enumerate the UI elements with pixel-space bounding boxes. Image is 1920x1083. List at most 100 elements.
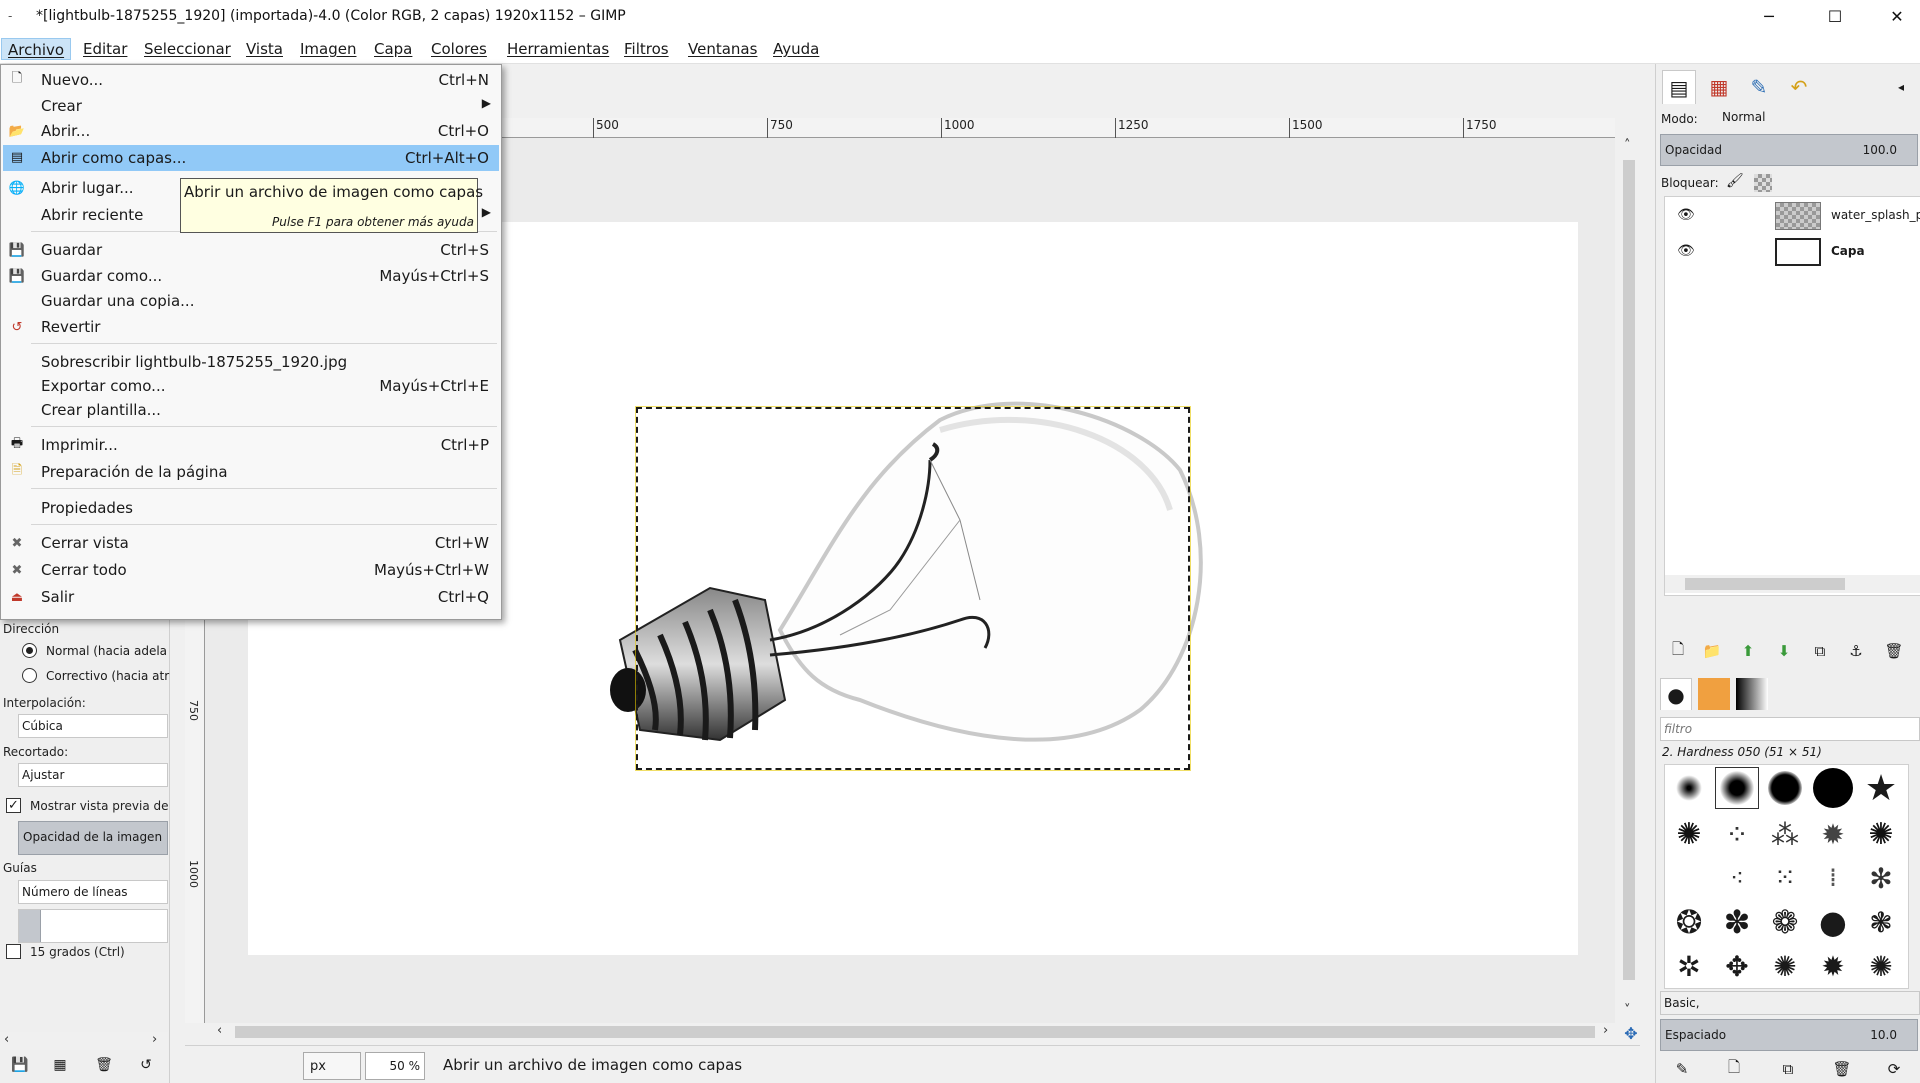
delete-layer-button[interactable]: 🗑 bbox=[1882, 639, 1906, 663]
brush-grid[interactable]: ★ ✺ ⁘ ⁂ ✹ ✺ ⁖ ⁙ ⁞ ✻ ❂ ✽ ❁ ● ❃ ✲ ✥ ✺ ✹ ✺ bbox=[1664, 764, 1909, 989]
brush-item[interactable]: ✺ bbox=[1667, 813, 1711, 855]
brush-item[interactable]: ✺ bbox=[1859, 813, 1903, 855]
layer-row[interactable]: 👁 water_splash_png bbox=[1665, 199, 1920, 233]
restore-options-button[interactable]: ▦ bbox=[50, 1055, 70, 1075]
image-opacity-slider[interactable]: Opacidad de la imagen bbox=[18, 821, 168, 855]
brush-item[interactable]: ✺ bbox=[1859, 945, 1903, 987]
maximize-button[interactable]: ☐ bbox=[1812, 0, 1858, 32]
brush-filter-input[interactable]: filtro bbox=[1660, 717, 1920, 741]
scroll-left-icon[interactable]: ‹ bbox=[4, 1032, 9, 1047]
brush-item[interactable]: ✲ bbox=[1667, 945, 1711, 987]
eye-icon[interactable]: 👁 bbox=[1677, 207, 1699, 223]
delete-brush-button[interactable]: 🗑 bbox=[1830, 1057, 1854, 1081]
brushes-tab-icon[interactable]: ● bbox=[1660, 678, 1692, 710]
scroll-right-icon[interactable]: › bbox=[1603, 1023, 1608, 1038]
menu-item-sobrescribir[interactable]: Sobrescribir lightbulb-1875255_1920.jpg bbox=[3, 350, 499, 374]
direction-corrective-radio[interactable] bbox=[22, 668, 37, 683]
duplicate-layer-button[interactable]: ⧉ bbox=[1808, 639, 1832, 663]
menu-item-guardar[interactable]: 💾 Guardar Ctrl+S bbox=[3, 238, 499, 262]
new-layer-group-button[interactable]: 📁 bbox=[1700, 639, 1724, 663]
menu-archivo[interactable]: Archivo bbox=[1, 38, 72, 60]
menu-item-guardar-copia[interactable]: Guardar una copia... bbox=[3, 289, 499, 313]
opacity-slider[interactable]: Opacidad 100.0 bbox=[1660, 134, 1918, 166]
brush-item[interactable] bbox=[1715, 767, 1759, 809]
brush-item[interactable]: ⁘ bbox=[1715, 813, 1759, 855]
show-preview-checkbox[interactable]: ✓ bbox=[6, 798, 21, 813]
vscroll-thumb[interactable] bbox=[1623, 160, 1635, 980]
zoom-select[interactable]: 50 % bbox=[365, 1052, 425, 1080]
layer-row[interactable]: 👁 Capa bbox=[1665, 235, 1920, 269]
layer-list[interactable]: 👁 water_splash_png 👁 Capa bbox=[1664, 196, 1920, 596]
menu-item-salir[interactable]: ⏏ Salir Ctrl+Q bbox=[3, 585, 499, 609]
menu-item-abrir-como-capas[interactable]: ▤ Abrir como capas... Ctrl+Alt+O bbox=[3, 145, 499, 171]
refresh-brushes-button[interactable]: ⟳ bbox=[1882, 1057, 1906, 1081]
edit-brush-button[interactable]: ✎ bbox=[1670, 1057, 1694, 1081]
brush-item[interactable]: ✺ bbox=[1763, 945, 1807, 987]
menu-filtros[interactable]: Filtros bbox=[618, 38, 675, 60]
scroll-up-icon[interactable]: ˄ bbox=[1624, 138, 1631, 153]
raise-layer-button[interactable]: ⬆ bbox=[1736, 639, 1760, 663]
delete-options-button[interactable]: 🗑 bbox=[94, 1055, 114, 1075]
brush-item[interactable]: ● bbox=[1811, 901, 1855, 943]
mode-select[interactable]: Normal bbox=[1719, 106, 1919, 130]
dock-hscrollbar[interactable]: ‹ › bbox=[0, 1032, 168, 1050]
direction-normal-radio[interactable] bbox=[22, 643, 37, 658]
menu-seleccionar[interactable]: Seleccionar bbox=[138, 38, 237, 60]
layers-tab-icon[interactable]: ▤ bbox=[1662, 70, 1696, 104]
menu-herramientas[interactable]: Herramientas bbox=[501, 38, 615, 60]
channels-tab-icon[interactable]: ▦ bbox=[1702, 70, 1736, 104]
brush-item[interactable]: ⁙ bbox=[1763, 857, 1807, 899]
paths-tab-icon[interactable]: ✎ bbox=[1742, 70, 1776, 104]
menu-capa[interactable]: Capa bbox=[368, 38, 418, 60]
guides-select[interactable]: Número de líneas bbox=[18, 880, 168, 904]
duplicate-brush-button[interactable]: ⧉ bbox=[1776, 1057, 1800, 1081]
menu-item-cerrar-todo[interactable]: ✖ Cerrar todo Mayús+Ctrl+W bbox=[3, 558, 499, 582]
menu-item-propiedades[interactable]: Propiedades bbox=[3, 496, 499, 520]
menu-vista[interactable]: Vista bbox=[240, 38, 289, 60]
lock-pixels-icon[interactable]: 🖌 bbox=[1726, 173, 1744, 189]
layer-hscroll-thumb[interactable] bbox=[1685, 578, 1845, 590]
reset-options-button[interactable]: ↺ bbox=[136, 1055, 156, 1075]
clipping-select[interactable]: Ajustar bbox=[18, 763, 168, 787]
new-layer-button[interactable]: 🗋 bbox=[1666, 639, 1690, 663]
menu-item-imprimir[interactable]: 🖶 Imprimir... Ctrl+P bbox=[3, 433, 499, 457]
menu-ayuda[interactable]: Ayuda bbox=[767, 38, 825, 60]
spacing-slider[interactable]: Espaciado 10.0 bbox=[1660, 1019, 1918, 1051]
brush-item[interactable]: ✹ bbox=[1811, 813, 1855, 855]
menu-imagen[interactable]: Imagen bbox=[294, 38, 362, 60]
brush-item[interactable] bbox=[1667, 767, 1711, 809]
brush-item[interactable]: ✽ bbox=[1715, 901, 1759, 943]
brush-item[interactable]: ⁂ bbox=[1763, 813, 1807, 855]
brush-item[interactable]: ⁖ bbox=[1715, 857, 1759, 899]
gradients-tab-icon[interactable] bbox=[1736, 678, 1768, 710]
lower-layer-button[interactable]: ⬇ bbox=[1772, 639, 1796, 663]
star-brush-icon[interactable]: ★ bbox=[1859, 767, 1903, 809]
brush-item[interactable] bbox=[1811, 767, 1855, 809]
menu-item-preparacion-pagina[interactable]: 🗎 Preparación de la página bbox=[3, 460, 499, 484]
scroll-right-icon[interactable]: › bbox=[152, 1032, 157, 1047]
lock-alpha-icon[interactable] bbox=[1754, 174, 1772, 192]
new-brush-button[interactable]: 🗋 bbox=[1722, 1057, 1746, 1081]
brush-preset-select[interactable]: Basic, bbox=[1660, 991, 1920, 1015]
brush-item[interactable]: ⁞ bbox=[1811, 857, 1855, 899]
brush-item[interactable]: ❂ bbox=[1667, 901, 1711, 943]
menu-item-exportar-como[interactable]: Exportar como... Mayús+Ctrl+E bbox=[3, 374, 499, 398]
close-window-button[interactable]: ✕ bbox=[1874, 0, 1920, 32]
interpolation-select[interactable]: Cúbica bbox=[18, 714, 168, 738]
brush-item[interactable]: ✹ bbox=[1811, 945, 1855, 987]
menu-editar[interactable]: Editar bbox=[77, 38, 133, 60]
canvas-vscrollbar[interactable]: ˄ ˅ bbox=[1620, 138, 1638, 1023]
minimize-button[interactable]: ─ bbox=[1746, 0, 1792, 32]
brush-item[interactable] bbox=[1763, 767, 1807, 809]
menu-item-revertir[interactable]: ↺ Revertir bbox=[3, 315, 499, 339]
scroll-down-icon[interactable]: ˅ bbox=[1624, 1003, 1631, 1018]
menu-colores[interactable]: Colores bbox=[425, 38, 493, 60]
dock-menu-icon[interactable]: ◂ bbox=[1884, 70, 1918, 104]
navigate-icon[interactable]: ✥ bbox=[1622, 1024, 1640, 1043]
menu-item-nuevo[interactable]: 🗋 Nuevo... Ctrl+N bbox=[3, 68, 499, 92]
menu-item-abrir[interactable]: 📂 Abrir... Ctrl+O bbox=[3, 119, 499, 143]
menu-item-cerrar-vista[interactable]: ✖ Cerrar vista Ctrl+W bbox=[3, 531, 499, 555]
brush-item[interactable]: ✥ bbox=[1715, 945, 1759, 987]
menu-item-crear-plantilla[interactable]: Crear plantilla... bbox=[3, 398, 499, 422]
window-menu-icon[interactable]: - bbox=[8, 9, 22, 23]
